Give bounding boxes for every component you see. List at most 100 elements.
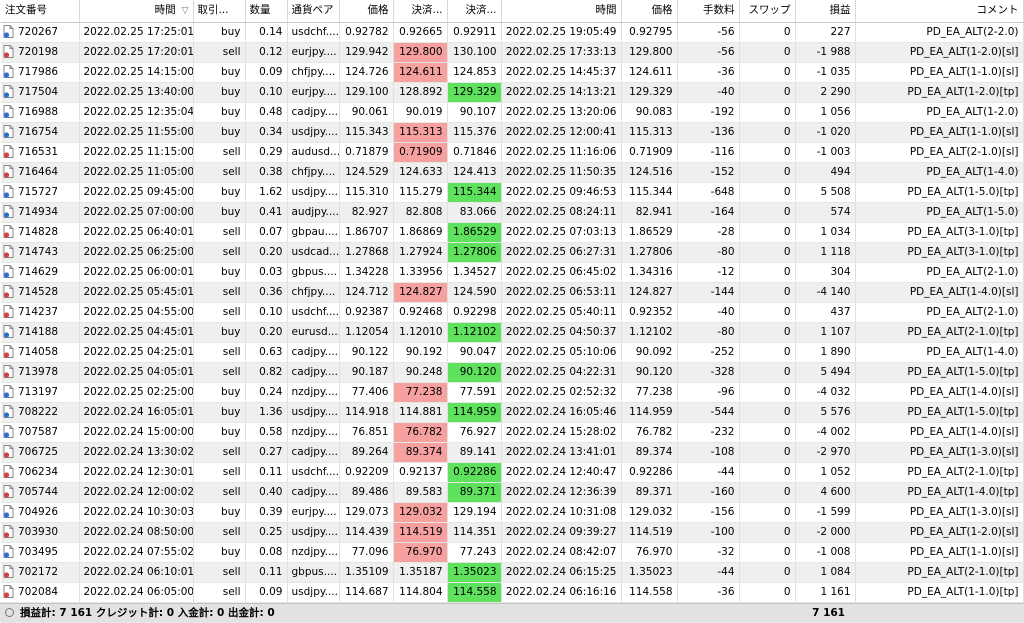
table-row[interactable]: 707587 2022.02.24 15:00:00 buy 0.58 nzdjpy..… [1, 422, 1024, 443]
col-tp-header[interactable]: 決済... [447, 0, 502, 23]
price-cell: 77.406 [339, 382, 394, 403]
open-time-cell: 2022.02.25 04:45:01 [79, 322, 194, 343]
buy-order-icon [3, 544, 14, 558]
type-cell: sell [193, 562, 246, 583]
profit-cell: 1 052 [795, 462, 856, 483]
table-row[interactable]: 706234 2022.02.24 12:30:01 sell 0.11 usdchf.… [1, 462, 1024, 483]
symbol-cell: usdjpy.... [287, 122, 340, 143]
table-row[interactable]: 702172 2022.02.24 06:10:01 sell 0.11 gbpus..… [1, 562, 1024, 583]
tp-cell: 76.927 [447, 422, 502, 443]
order-number: 717504 [18, 85, 59, 98]
comment-cell: PD_EA_ALT(1-4.0) [855, 342, 1024, 363]
table-row[interactable]: 713978 2022.02.25 04:05:01 sell 0.82 cadjpy.… [1, 362, 1024, 383]
tp-cell: 77.243 [447, 542, 502, 563]
order-cell: 707587 [1, 422, 80, 443]
table-row[interactable]: 720267 2022.02.25 17:25:01 buy 0.14 usdchf..… [1, 22, 1024, 43]
open-time-cell: 2022.02.25 17:25:01 [79, 22, 194, 43]
symbol-cell: usdjpy.... [287, 582, 340, 603]
order-cell: 716754 [1, 122, 80, 143]
price-cell: 1.35109 [339, 562, 394, 583]
table-row[interactable]: 703495 2022.02.24 07:55:02 buy 0.08 nzdjpy..… [1, 542, 1024, 563]
table-row[interactable]: 705744 2022.02.24 12:00:02 sell 0.40 cadjpy.… [1, 482, 1024, 503]
close-time-cell: 2022.02.24 12:36:39 [501, 482, 622, 503]
buy-order-icon [3, 24, 14, 38]
profit-cell: 1 118 [795, 242, 856, 263]
tp-cell: 89.371 [447, 482, 502, 503]
table-row[interactable]: 716464 2022.02.25 11:05:00 sell 0.38 chfjpy.… [1, 162, 1024, 183]
price-cell: 90.122 [339, 342, 394, 363]
table-row[interactable]: 716988 2022.02.25 12:35:04 buy 0.48 cadjpy..… [1, 102, 1024, 123]
close-time-cell: 2022.02.25 04:22:31 [501, 362, 622, 383]
profit-cell: -1 008 [795, 542, 856, 563]
buy-order-icon [3, 64, 14, 78]
col-profit-header[interactable]: 損益 [795, 0, 856, 23]
table-row[interactable]: 714528 2022.02.25 05:45:01 sell 0.36 chfjpy.… [1, 282, 1024, 303]
table-row[interactable]: 708222 2022.02.24 16:05:01 buy 1.36 usdjpy..… [1, 402, 1024, 423]
table-row[interactable]: 717504 2022.02.25 13:40:00 buy 0.10 eurjpy..… [1, 82, 1024, 103]
col-comment-header[interactable]: コメント [855, 0, 1024, 23]
col-order-header[interactable]: 注文番号 [1, 0, 80, 23]
profit-cell: -1 003 [795, 142, 856, 163]
open-time-cell: 2022.02.25 09:45:00 [79, 182, 194, 203]
buy-order-icon [3, 84, 14, 98]
table-row[interactable]: 704926 2022.02.24 10:30:03 buy 0.39 eurjpy..… [1, 502, 1024, 523]
symbol-cell: audjpy.... [287, 202, 340, 223]
order-number: 703930 [18, 525, 59, 538]
symbol-cell: usdjpy.... [287, 182, 340, 203]
table-row[interactable]: 714934 2022.02.25 07:00:00 buy 0.41 audjpy..… [1, 202, 1024, 223]
col-close-time-header[interactable]: 時間 [501, 0, 622, 23]
price-cell: 114.687 [339, 582, 394, 603]
tp-cell: 1.27806 [447, 242, 502, 263]
price-cell: 114.918 [339, 402, 394, 423]
close-time-cell: 2022.02.24 16:05:46 [501, 402, 622, 423]
comment-cell: PD_EA_ALT(1-1.0)[tp] [855, 582, 1024, 603]
volume-cell: 0.25 [245, 522, 288, 543]
col-type-header[interactable]: 取引... [193, 0, 246, 23]
profit-cell: -2 000 [795, 522, 856, 543]
symbol-cell: eurjpy.... [287, 42, 340, 63]
type-cell: buy [193, 262, 246, 283]
table-row[interactable]: 720198 2022.02.25 17:20:01 sell 0.12 eurjpy.… [1, 42, 1024, 63]
symbol-cell: audusd.... [287, 142, 340, 163]
table-row[interactable]: 703930 2022.02.24 08:50:00 sell 0.25 usdjpy.… [1, 522, 1024, 543]
col-symbol-header[interactable]: 通貨ペア [287, 0, 340, 23]
col-swap-header[interactable]: スワップ [739, 0, 796, 23]
table-row[interactable]: 714058 2022.02.25 04:25:01 sell 0.63 cadjpy.… [1, 342, 1024, 363]
order-cell: 706725 [1, 442, 80, 463]
table-row[interactable]: 714237 2022.02.25 04:55:00 sell 0.10 usdchf.… [1, 302, 1024, 323]
swap-cell: 0 [739, 382, 796, 403]
table-row[interactable]: 702084 2022.02.24 06:05:00 sell 0.09 usdjpy.… [1, 582, 1024, 603]
table-row[interactable]: 715727 2022.02.25 09:45:00 buy 1.62 usdjpy..… [1, 182, 1024, 203]
order-cell: 703495 [1, 542, 80, 563]
sell-order-icon [3, 224, 14, 238]
col-commission-header[interactable]: 手数料 [677, 0, 740, 23]
swap-cell: 0 [739, 42, 796, 63]
type-cell: buy [193, 202, 246, 223]
table-row[interactable]: 717986 2022.02.25 14:15:00 buy 0.09 chfjpy..… [1, 62, 1024, 83]
open-time-cell: 2022.02.24 12:00:02 [79, 482, 194, 503]
volume-cell: 0.40 [245, 482, 288, 503]
close-time-cell: 2022.02.24 06:15:25 [501, 562, 622, 583]
col-price-header[interactable]: 価格 [339, 0, 394, 23]
table-row[interactable]: 716754 2022.02.25 11:55:00 buy 0.34 usdjpy..… [1, 122, 1024, 143]
col-sl-header[interactable]: 決済... [393, 0, 448, 23]
close-time-cell: 2022.02.25 05:10:06 [501, 342, 622, 363]
tp-cell: 124.413 [447, 162, 502, 183]
buy-order-icon [3, 384, 14, 398]
commission-cell: -80 [677, 242, 740, 263]
table-row[interactable]: 714188 2022.02.25 04:45:01 buy 0.20 eurusd..… [1, 322, 1024, 343]
col-volume-header[interactable]: 数量 [245, 0, 288, 23]
table-row[interactable]: 716531 2022.02.25 11:15:00 sell 0.29 audusd.… [1, 142, 1024, 163]
sell-order-icon [3, 144, 14, 158]
commission-cell: -12 [677, 262, 740, 283]
table-row[interactable]: 713197 2022.02.25 02:25:00 buy 0.24 nzdjpy..… [1, 382, 1024, 403]
profit-cell: -4 032 [795, 382, 856, 403]
table-row[interactable]: 714828 2022.02.25 06:40:01 sell 0.07 gbpau..… [1, 222, 1024, 243]
close-price-cell: 1.35023 [621, 562, 678, 583]
col-close-price-header[interactable]: 価格 [621, 0, 678, 23]
table-row[interactable]: 714629 2022.02.25 06:00:01 buy 0.03 gbpus...… [1, 262, 1024, 283]
table-row[interactable]: 706725 2022.02.24 13:30:02 sell 0.27 cadjpy.… [1, 442, 1024, 463]
price-cell: 1.86707 [339, 222, 394, 243]
table-row[interactable]: 714743 2022.02.25 06:25:00 sell 0.20 usdcad.… [1, 242, 1024, 263]
col-open-time-header[interactable]: 時間 ▽ [79, 0, 194, 23]
